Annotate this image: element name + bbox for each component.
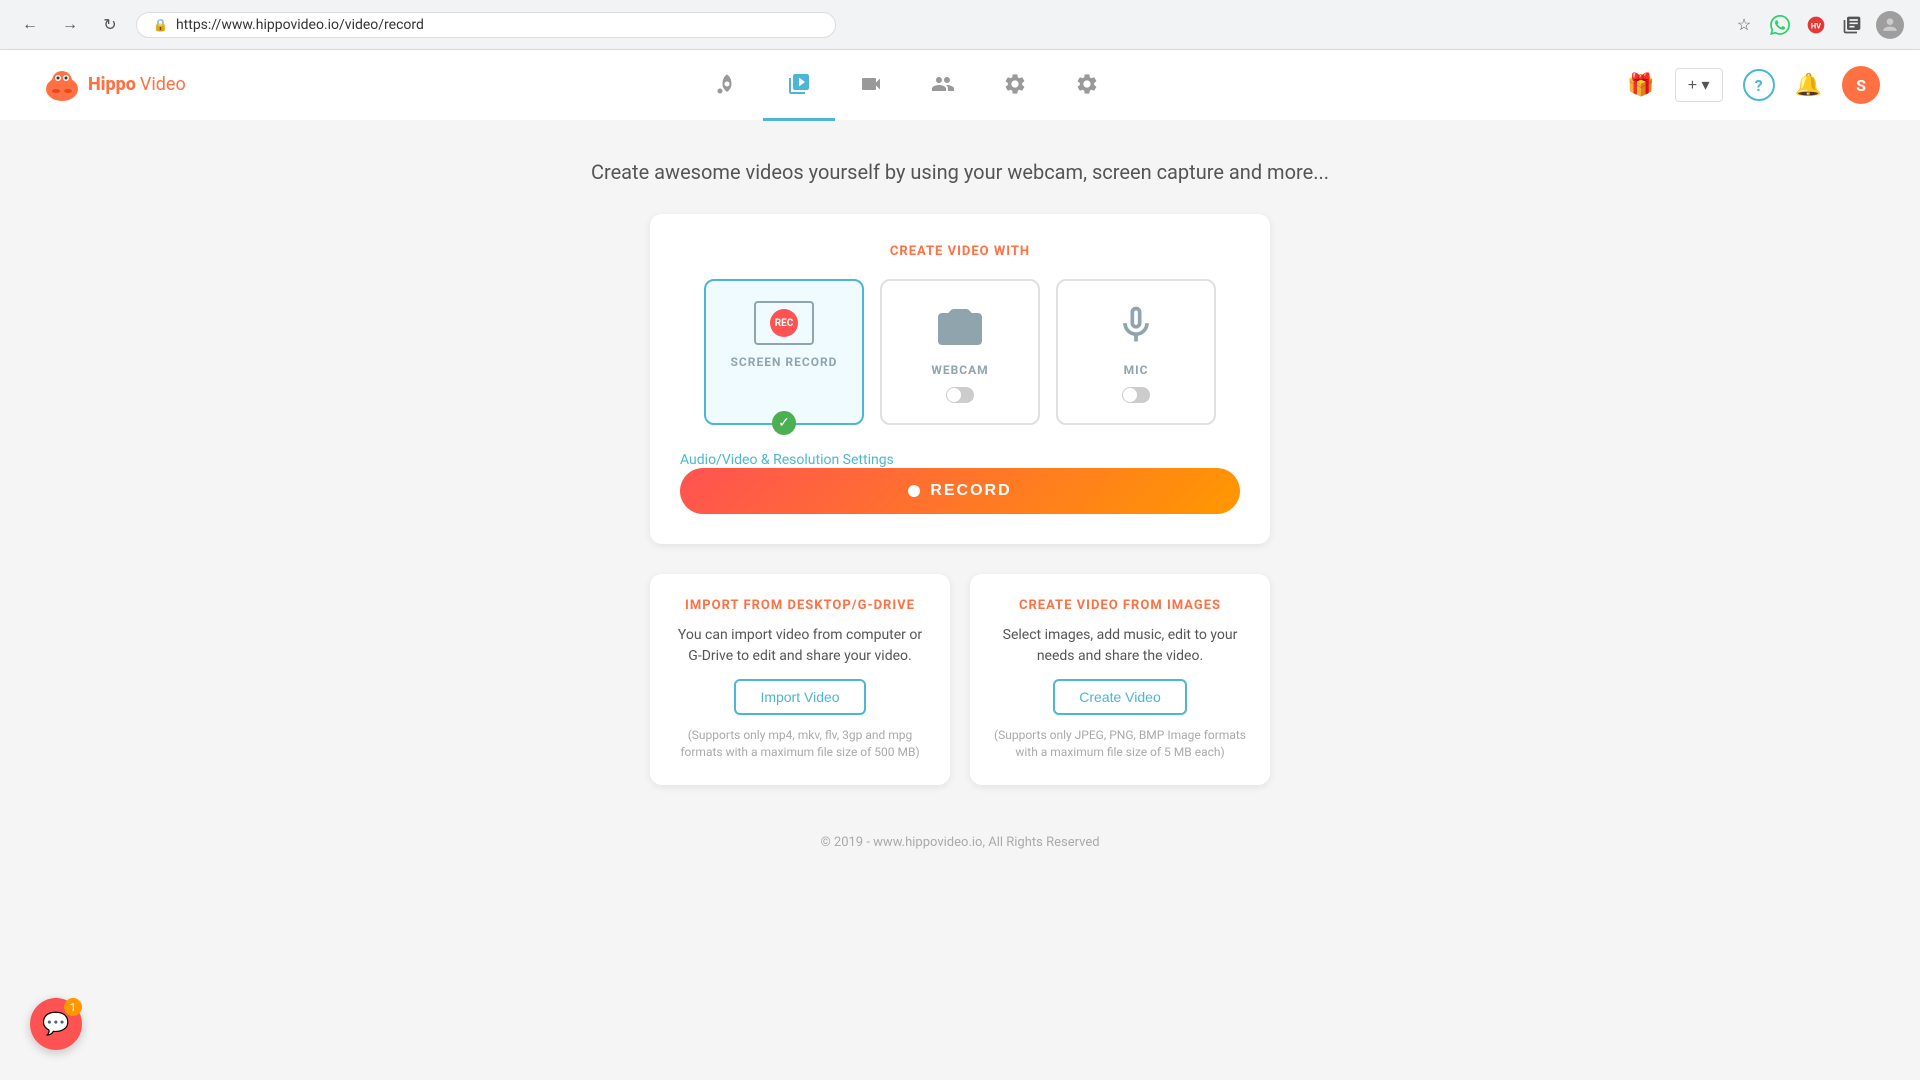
images-note: (Supports only JPEG, PNG, BMP Image form…: [990, 727, 1250, 761]
screen-record-label: SCREEN RECORD: [731, 355, 838, 369]
main-nav: [186, 50, 1628, 121]
nav-item-integrations[interactable]: [979, 50, 1051, 121]
chat-icon: 💬: [42, 1012, 69, 1037]
chat-badge: 1: [64, 998, 82, 1016]
record-button[interactable]: RECORD: [680, 468, 1240, 514]
logo-text: Hippo Video: [88, 76, 186, 94]
browser-icons-right: ☆ HV: [1732, 11, 1904, 39]
hippo-logo-icon: [40, 63, 84, 107]
import-note: (Supports only mp4, mkv, flv, 3gp and mp…: [670, 727, 930, 761]
screen-record-icon: REC: [754, 301, 814, 345]
import-video-button[interactable]: Import Video: [734, 679, 865, 715]
main-content: Create awesome videos yourself by using …: [0, 120, 1920, 1080]
bookmarks-icon[interactable]: [1840, 13, 1864, 37]
av-settings-link[interactable]: Audio/Video & Resolution Settings: [680, 452, 894, 468]
nav-item-video-call[interactable]: [835, 50, 907, 121]
notification-bell-icon[interactable]: 🔔: [1795, 73, 1822, 98]
screen-record-check: ✓: [772, 411, 796, 435]
help-icon[interactable]: ?: [1743, 69, 1775, 101]
svg-text:HV: HV: [1811, 21, 1821, 30]
images-desc: Select images, add music, edit to your n…: [990, 625, 1250, 667]
webcam-option[interactable]: WEBCAM: [880, 279, 1040, 425]
lock-icon: 🔒: [153, 18, 168, 32]
header-right: 🎁 + ▾ ? 🔔 S: [1627, 66, 1880, 104]
chat-bubble[interactable]: 💬 1: [30, 998, 82, 1050]
app-header: Hippo Video 🎁 + ▾ ? 🔔 S: [0, 50, 1920, 120]
logo-video: Video: [140, 74, 186, 95]
nav-item-settings[interactable]: [1051, 50, 1123, 121]
whatsapp-icon[interactable]: [1768, 13, 1792, 37]
browser-user-avatar[interactable]: [1876, 11, 1904, 39]
webcam-label: WEBCAM: [931, 363, 988, 377]
mic-option[interactable]: MIC: [1056, 279, 1216, 425]
screen-record-option[interactable]: REC SCREEN RECORD ✓: [704, 279, 864, 425]
forward-button[interactable]: →: [56, 11, 84, 39]
rec-badge: REC: [770, 309, 798, 337]
back-button[interactable]: ←: [16, 11, 44, 39]
user-avatar[interactable]: S: [1842, 66, 1880, 104]
page-subtitle: Create awesome videos yourself by using …: [591, 160, 1329, 184]
footer-text: © 2019 - www.hippovideo.io, All Rights R…: [820, 835, 1099, 850]
create-video-label: CREATE VIDEO WITH: [680, 244, 1240, 259]
import-title: IMPORT FROM DESKTOP/G-DRIVE: [685, 598, 915, 613]
import-desc: You can import video from computer or G-…: [670, 625, 930, 667]
nav-item-people[interactable]: [907, 50, 979, 121]
bookmark-star-icon[interactable]: ☆: [1732, 13, 1756, 37]
browser-chrome: ← → ↻ 🔒 https://www.hippovideo.io/video/…: [0, 0, 1920, 50]
extension-icon[interactable]: HV: [1804, 13, 1828, 37]
logo-hippo: Hippo: [88, 74, 136, 95]
record-label: RECORD: [930, 482, 1011, 500]
logo[interactable]: Hippo Video: [40, 63, 186, 107]
new-button[interactable]: + ▾: [1675, 68, 1723, 102]
bottom-cards: IMPORT FROM DESKTOP/G-DRIVE You can impo…: [650, 574, 1270, 785]
record-card: CREATE VIDEO WITH REC SCREEN RECORD ✓ WE…: [650, 214, 1270, 544]
webcam-icon: [936, 301, 984, 353]
import-card: IMPORT FROM DESKTOP/G-DRIVE You can impo…: [650, 574, 950, 785]
mic-label: MIC: [1124, 363, 1149, 377]
mic-icon: [1114, 301, 1158, 353]
gift-icon[interactable]: 🎁: [1627, 73, 1654, 98]
images-card: CREATE VIDEO FROM IMAGES Select images, …: [970, 574, 1270, 785]
webcam-toggle[interactable]: [946, 387, 974, 403]
nav-item-video-library[interactable]: [763, 50, 835, 121]
url-text: https://www.hippovideo.io/video/record: [176, 17, 424, 33]
nav-item-rocket[interactable]: [691, 50, 763, 121]
address-bar[interactable]: 🔒 https://www.hippovideo.io/video/record: [136, 12, 836, 38]
footer: © 2019 - www.hippovideo.io, All Rights R…: [800, 815, 1119, 870]
record-dot-icon: [908, 485, 920, 497]
create-video-button[interactable]: Create Video: [1053, 679, 1186, 715]
refresh-button[interactable]: ↻: [96, 11, 124, 39]
mic-toggle[interactable]: [1122, 387, 1150, 403]
images-title: CREATE VIDEO FROM IMAGES: [1019, 598, 1221, 613]
record-options: REC SCREEN RECORD ✓ WEBCAM: [680, 279, 1240, 425]
